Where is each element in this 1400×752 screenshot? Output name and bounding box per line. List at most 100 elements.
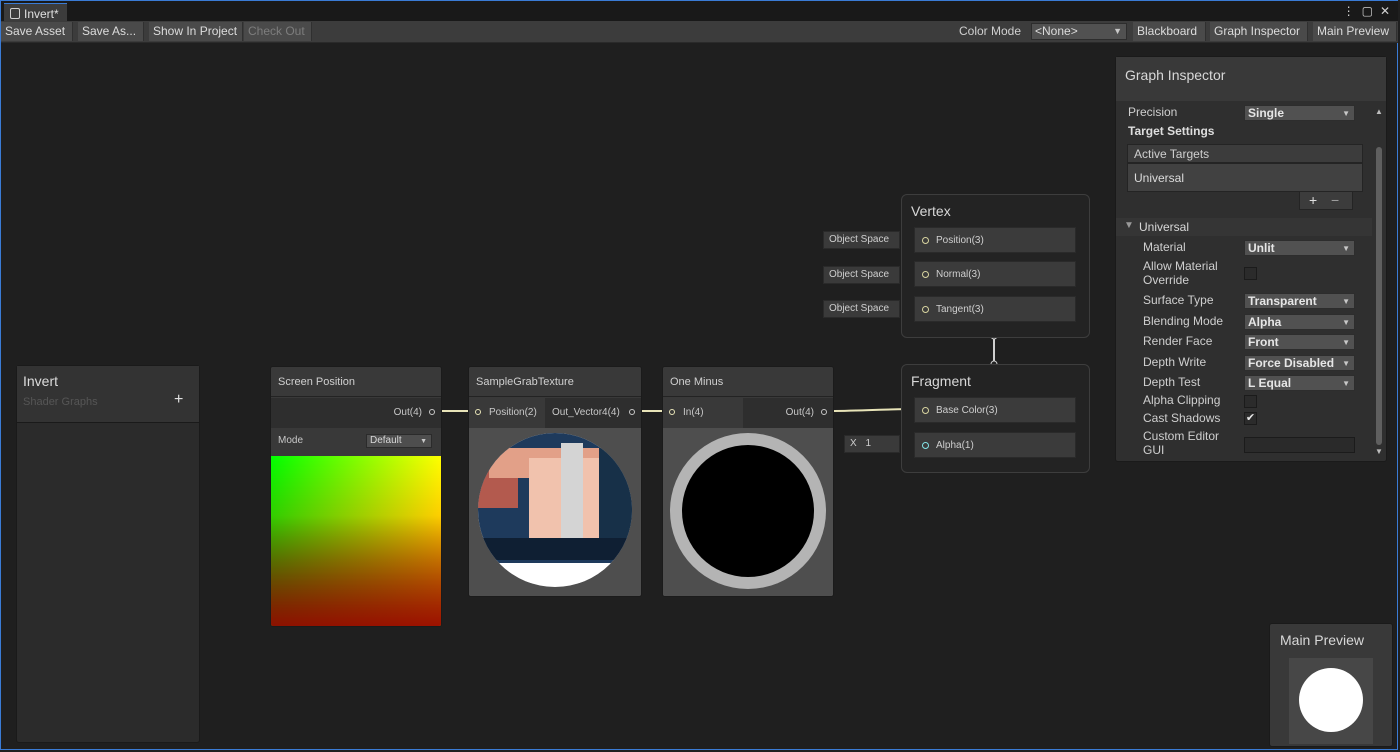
target-list-controls: + − (1299, 192, 1353, 210)
remove-target-button[interactable]: − (1331, 192, 1339, 208)
depth-test-label: Depth Test (1143, 375, 1201, 389)
mode-value: Default (370, 435, 402, 446)
checkmark-icon: ✔ (1245, 412, 1256, 424)
blackboard-title: Invert (23, 373, 59, 389)
preview-sphere (1299, 668, 1363, 732)
surface-type-value: Transparent (1248, 294, 1317, 308)
node-outputs: Out(4) (271, 398, 441, 428)
in-port[interactable] (922, 306, 929, 313)
vertex-context[interactable]: Vertex Position(3) Normal(3) Tangent(3) (901, 194, 1090, 338)
main-preview-panel[interactable]: Main Preview (1269, 623, 1393, 747)
chevron-down-icon: ▼ (1342, 109, 1350, 118)
scrollbar-thumb[interactable] (1376, 147, 1382, 445)
tangent-space-field[interactable]: Object Space (823, 300, 900, 318)
target-item-universal[interactable]: Universal (1134, 171, 1184, 185)
in-port[interactable] (922, 407, 929, 414)
block-label: Base Color(3) (936, 405, 998, 416)
chevron-down-icon: ▼ (1342, 244, 1350, 253)
depth-write-dropdown[interactable]: Force Disabled ▼ (1244, 355, 1355, 371)
main-preview-viewport[interactable] (1289, 658, 1373, 744)
block-label: Position(3) (936, 235, 984, 246)
depth-test-dropdown[interactable]: L Equal ▼ (1244, 375, 1355, 391)
node-one-minus[interactable]: One Minus In(4) Out(4) (662, 366, 834, 597)
material-label: Material (1143, 240, 1186, 254)
chevron-down-icon: ▼ (1342, 359, 1350, 368)
inspector-title: Graph Inspector (1125, 67, 1226, 83)
render-face-label: Render Face (1143, 334, 1213, 348)
scroll-up-icon[interactable]: ▲ (1375, 107, 1383, 116)
out-port[interactable] (821, 409, 827, 415)
allow-override-label-2: Override (1143, 273, 1190, 287)
alpha-clipping-checkbox[interactable] (1244, 395, 1257, 408)
grab-preview-image (478, 433, 632, 587)
blackboard-subtitle: Shader Graphs (23, 396, 98, 408)
in-port-label: Position(2) (489, 407, 537, 418)
custom-editor-label-1: Custom Editor (1143, 429, 1220, 443)
material-dropdown[interactable]: Unlit ▼ (1244, 240, 1355, 256)
surface-type-dropdown[interactable]: Transparent ▼ (1244, 293, 1355, 309)
blackboard-panel[interactable]: Invert Shader Graphs + (16, 365, 200, 743)
node-screen-position[interactable]: Screen Position Out(4) Mode Default ▼ (270, 366, 442, 627)
fragment-title: Fragment (911, 373, 971, 389)
section-title: Universal (1139, 220, 1190, 234)
render-face-value: Front (1248, 335, 1279, 349)
cast-shadows-label: Cast Shadows (1143, 411, 1221, 425)
vertex-block-tangent[interactable]: Tangent(3) (914, 296, 1076, 322)
alpha-clipping-label: Alpha Clipping (1143, 393, 1221, 407)
vertex-block-position[interactable]: Position(3) (914, 227, 1076, 253)
fragment-context[interactable]: Fragment Base Color(3) Alpha(1) (901, 364, 1090, 473)
screen-position-preview (271, 456, 441, 626)
add-target-button[interactable]: + (1309, 192, 1317, 208)
vertex-block-normal[interactable]: Normal(3) (914, 261, 1076, 287)
material-value: Unlit (1248, 241, 1275, 255)
active-targets-list: Universal (1127, 163, 1363, 192)
scroll-down-icon[interactable]: ▼ (1375, 447, 1383, 456)
depth-test-value: L Equal (1248, 376, 1292, 390)
render-face-dropdown[interactable]: Front ▼ (1244, 334, 1355, 350)
in-port[interactable] (475, 409, 481, 415)
node-sample-grab-texture[interactable]: SampleGrabTexture Position(2) Out_Vector… (468, 366, 642, 597)
chevron-down-icon: ▼ (420, 438, 427, 445)
universal-section-header[interactable]: ▼ Universal (1116, 218, 1372, 236)
chevron-down-icon: ▼ (1342, 338, 1350, 347)
fragment-block-alpha[interactable]: Alpha(1) (914, 432, 1076, 458)
alpha-value-field[interactable]: X 1 (844, 435, 900, 453)
mode-dropdown[interactable]: Default ▼ (366, 434, 432, 448)
blending-mode-value: Alpha (1248, 315, 1282, 329)
normal-space-field[interactable]: Object Space (823, 266, 900, 284)
inspector-scrollbar[interactable]: ▲ ▼ (1374, 107, 1384, 459)
chevron-down-icon: ▼ (1342, 379, 1350, 388)
add-property-button[interactable]: + (174, 391, 183, 409)
position-space-field[interactable]: Object Space (823, 231, 900, 249)
graph-inspector-panel[interactable]: Graph Inspector Precision Single ▼ Targe… (1115, 56, 1387, 462)
fragment-block-base-color[interactable]: Base Color(3) (914, 397, 1076, 423)
vertex-title: Vertex (911, 203, 951, 219)
depth-write-value: Force Disabled (1248, 356, 1335, 370)
in-port[interactable] (922, 271, 929, 278)
block-label: Normal(3) (936, 269, 981, 280)
in-port[interactable] (669, 409, 675, 415)
depth-write-label: Depth Write (1143, 355, 1207, 369)
precision-dropdown[interactable]: Single ▼ (1244, 105, 1355, 121)
node-inputs: Position(2) (469, 398, 545, 428)
custom-editor-field[interactable] (1244, 437, 1355, 453)
blending-mode-dropdown[interactable]: Alpha ▼ (1244, 314, 1355, 330)
blackboard-header: Invert Shader Graphs + (17, 366, 199, 423)
blending-mode-label: Blending Mode (1143, 314, 1224, 328)
allow-override-checkbox[interactable] (1244, 267, 1257, 280)
cast-shadows-checkbox[interactable]: ✔ (1244, 412, 1257, 425)
in-port-label: In(4) (683, 407, 704, 418)
precision-label: Precision (1128, 105, 1178, 119)
active-targets-header: Active Targets (1127, 144, 1363, 163)
precision-value: Single (1248, 106, 1285, 120)
foldout-arrow-icon: ▼ (1124, 220, 1134, 231)
out-port[interactable] (629, 409, 635, 415)
custom-editor-label-2: GUI (1143, 443, 1165, 457)
grab-texture-preview (469, 428, 641, 596)
out-port[interactable] (429, 409, 435, 415)
inspector-header: Graph Inspector (1116, 57, 1386, 101)
node-inputs: In(4) (663, 398, 743, 428)
in-port[interactable] (922, 442, 929, 449)
active-targets-label: Active Targets (1134, 147, 1210, 161)
in-port[interactable] (922, 237, 929, 244)
